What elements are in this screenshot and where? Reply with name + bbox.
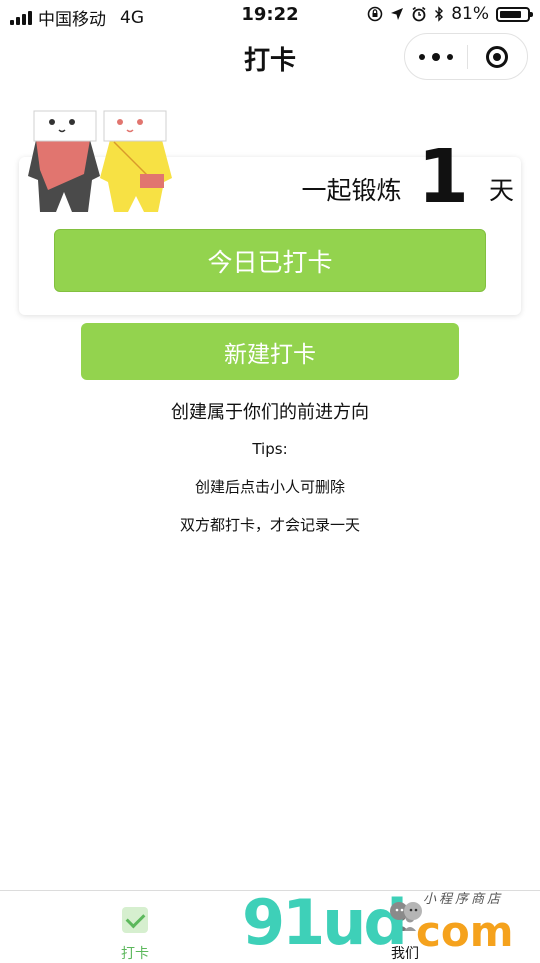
days-prefix-label: 一起锻炼 — [301, 176, 402, 205]
close-icon[interactable] — [486, 46, 508, 68]
days-unit-label: 天 — [488, 176, 514, 205]
battery-fill — [500, 10, 522, 18]
status-bar: 中国移动 4G 19:22 81% — [0, 0, 540, 30]
capsule-divider — [467, 45, 468, 69]
location-icon — [391, 8, 404, 20]
more-icon[interactable] — [419, 51, 453, 63]
tips-title: Tips: — [252, 440, 288, 458]
tip-both-checkin: 双方都打卡，才会记录一天 — [179, 516, 360, 534]
battery-percent: 81% — [451, 4, 489, 24]
tab-checkin-label: 打卡 — [121, 946, 149, 962]
capsule-menu — [404, 33, 528, 80]
watermark-brand: 91ud — [242, 886, 408, 959]
watermark: 91ud 小程序商店 com — [240, 890, 540, 960]
watermark-domain: com — [416, 907, 514, 956]
new-checkin-button[interactable]: 新建打卡 — [81, 323, 459, 380]
days-counter: 一起锻炼 1 天 — [301, 140, 514, 214]
alarm-icon — [412, 6, 426, 22]
tab-checkin[interactable]: 打卡 — [0, 891, 270, 962]
watermark-tagline: 小程序商店 — [423, 892, 504, 907]
bluetooth-icon — [435, 6, 444, 22]
yellow-character[interactable] — [100, 110, 172, 212]
tip-delete: 创建后点击小人可删除 — [194, 478, 345, 496]
check-icon — [122, 907, 148, 933]
days-count: 1 — [417, 134, 469, 220]
couple-characters[interactable] — [26, 108, 176, 220]
dark-character[interactable] — [28, 110, 100, 212]
slogan-text: 创建属于你们的前进方向 — [171, 402, 369, 423]
orientation-lock-icon — [367, 6, 383, 22]
battery-icon — [496, 6, 533, 22]
checkin-button[interactable]: 今日已打卡 — [54, 229, 486, 292]
